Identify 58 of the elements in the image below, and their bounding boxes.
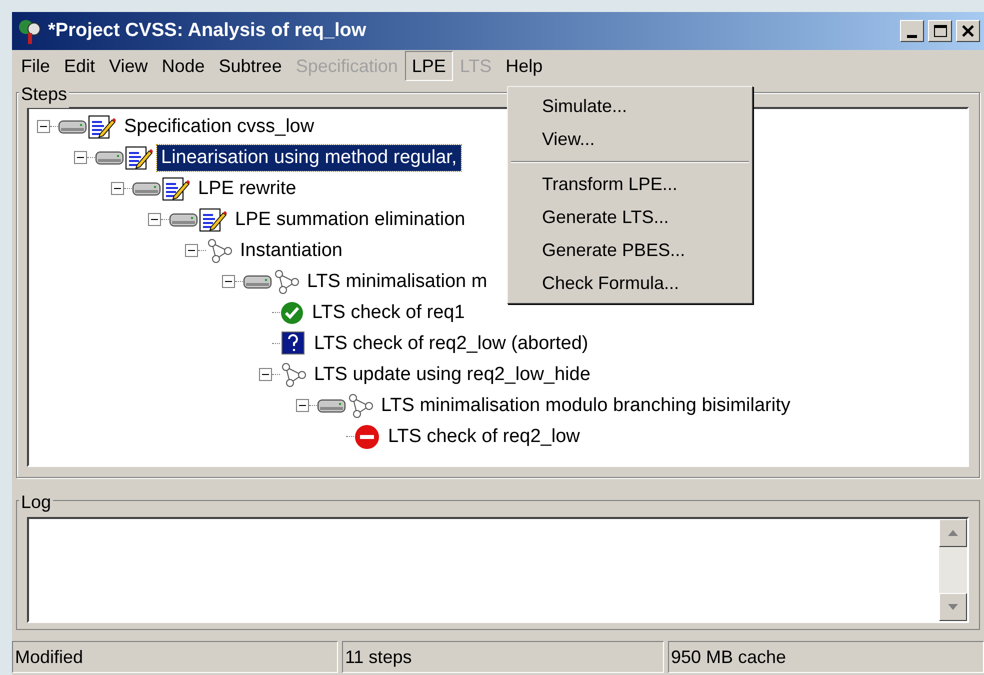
tree-item[interactable]: LTS check of req2_low [384,424,584,450]
tree-item[interactable]: LTS minimalisation m [303,268,492,294]
tree-item[interactable]: Specification cvss_low [120,114,318,140]
tree-item[interactable]: LTS check of req2_low (aborted) [310,330,592,356]
document-pencil-icon [199,206,227,232]
status-field: 950 MB cache [668,641,984,673]
document-pencil-icon [88,114,116,140]
maximize-icon [934,25,946,37]
up-arrow-icon [948,530,958,536]
menu-item[interactable]: Node [154,51,212,81]
down-arrow-icon [948,604,958,610]
collapse-toggle[interactable] [111,182,124,195]
maximize-button[interactable] [928,20,952,42]
close-icon [962,25,974,37]
tree-item[interactable]: LTS update using req2_low_hide [310,362,594,388]
document-pencil-icon [125,144,153,170]
collapse-toggle[interactable] [259,368,272,381]
status-field: Modified [12,641,338,673]
close-button[interactable] [956,20,980,42]
question-icon [280,330,306,356]
graph-icon [347,392,373,418]
menu-option[interactable]: Check Formula... [508,267,752,300]
menu-item[interactable]: File [14,51,58,81]
tree-item[interactable]: LTS minimalisation modulo branching bisimilarity [377,392,794,418]
menu-option[interactable]: Simulate... [508,90,752,123]
collapse-toggle[interactable] [37,120,50,133]
graph-icon [280,362,306,388]
collapse-toggle[interactable] [148,213,161,226]
menu-item[interactable]: LPE [404,51,453,81]
menu-option[interactable]: Generate LTS... [508,201,752,234]
graph-icon [206,238,232,264]
collapse-toggle[interactable] [222,275,235,288]
minimize-icon [907,34,917,38]
window-title: *Project CVSS: Analysis of req_low [48,18,366,43]
menu-option[interactable]: Transform LPE... [508,168,752,201]
collapse-toggle[interactable] [296,399,309,412]
collapse-toggle[interactable] [185,244,198,257]
scroll-down-button[interactable] [939,593,967,621]
graph-icon [273,268,299,294]
status-field: 11 steps [342,641,664,673]
stop-icon [354,424,380,450]
tree-item[interactable]: Instantiation [236,238,346,264]
tree-item[interactable]: Linearisation using method regular, [157,144,461,170]
menu-item[interactable]: Edit [57,51,102,81]
menu-option[interactable]: View... [508,123,752,156]
menu-item[interactable]: Help [498,51,550,81]
menu-item[interactable]: Subtree [212,51,289,81]
menu-item[interactable]: View [102,51,155,81]
tree-item[interactable]: LPE summation elimination [231,206,470,232]
tree-item[interactable]: LTS check of req1 [308,300,469,326]
collapse-toggle[interactable] [74,151,87,164]
scroll-up-button[interactable] [939,519,967,547]
scrollbar[interactable] [939,519,967,621]
document-pencil-icon [162,176,190,202]
check-icon [280,300,304,324]
minimize-button[interactable] [900,20,924,42]
tree-item[interactable]: LPE rewrite [194,176,300,202]
menu-option[interactable]: Generate PBES... [508,234,752,267]
